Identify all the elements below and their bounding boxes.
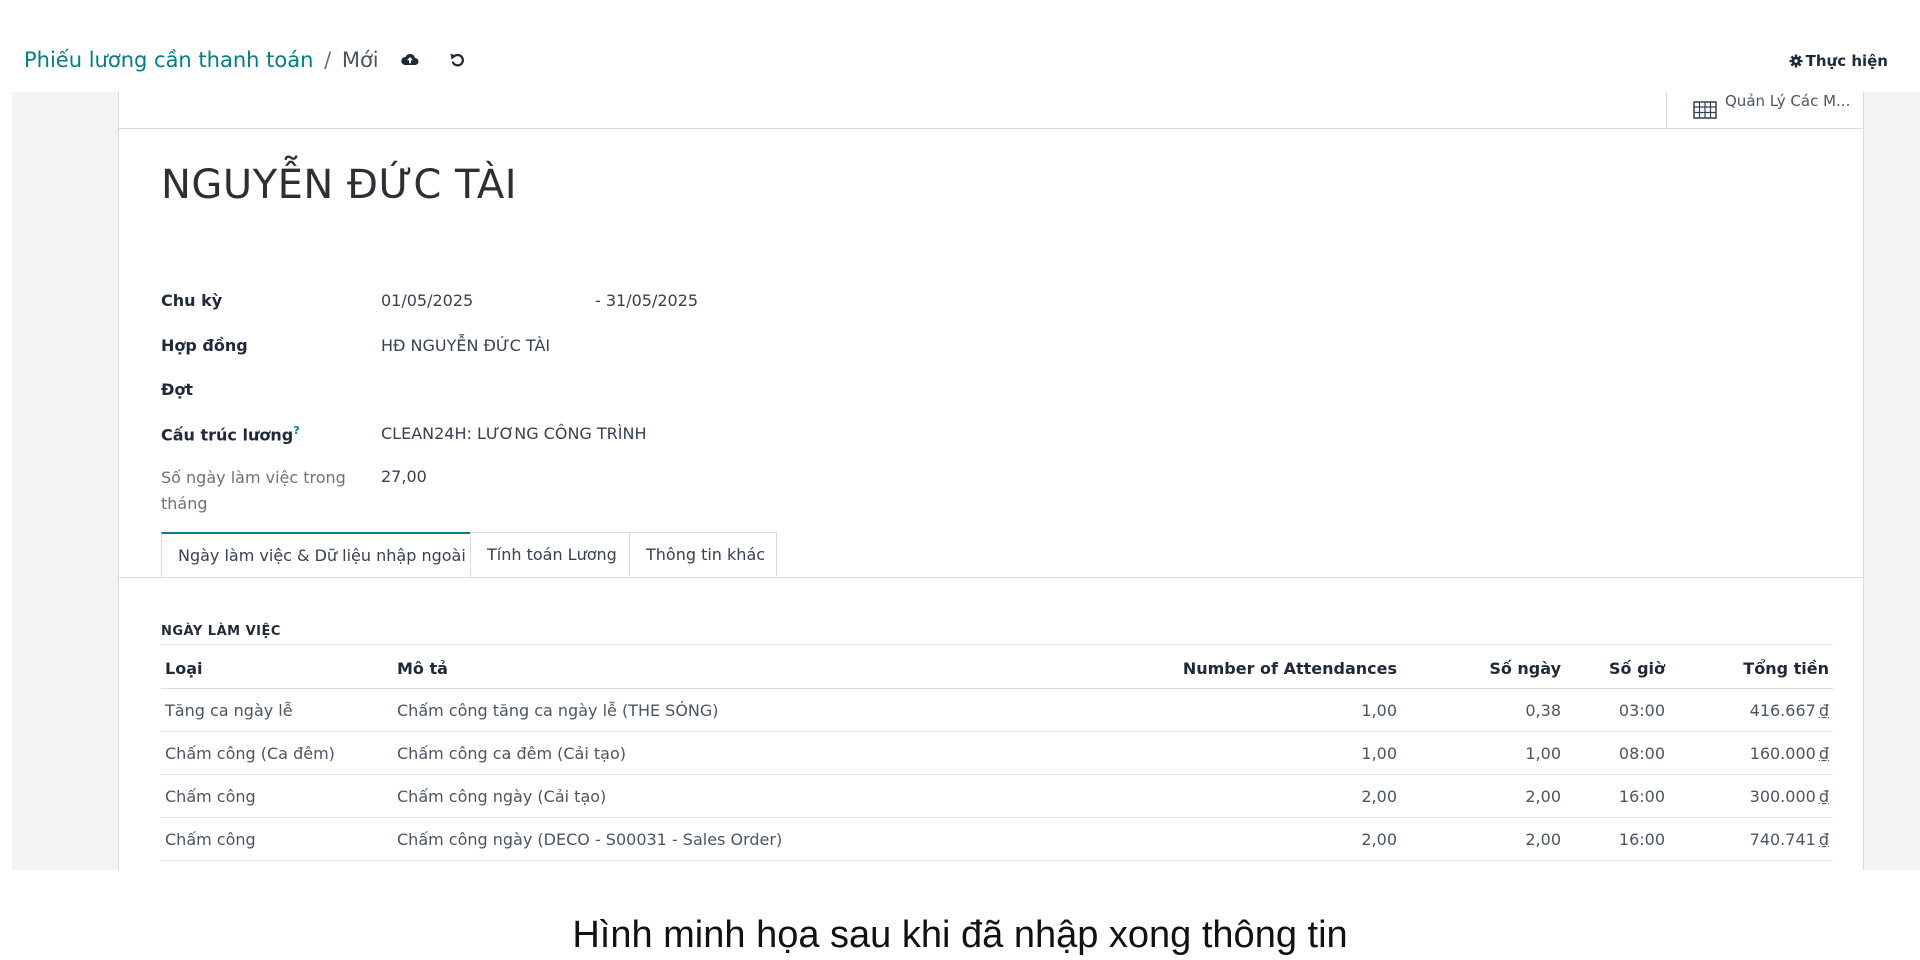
cell-attendances: 2,00	[1153, 817, 1401, 861]
breadcrumb-current: Mới	[341, 48, 379, 72]
working-days-field[interactable]: 27,00	[381, 467, 427, 486]
amount-value: 300.000	[1749, 786, 1816, 806]
contract-label: Hợp đồng	[161, 336, 248, 355]
tab-other-info[interactable]: Thông tin khác	[629, 532, 777, 576]
section-divider	[161, 644, 1833, 645]
cell-amount: 416.667 ₫	[1669, 688, 1833, 732]
cell-type: Tăng ca ngày lễ	[161, 688, 393, 732]
employee-name-title[interactable]: NGUYỄN ĐỨC TÀI	[161, 162, 517, 208]
button-box: Quản Lý Các M...	[119, 92, 1863, 129]
cell-amount: 740.741 ₫	[1669, 817, 1833, 861]
period-start-field[interactable]: 01/05/2025	[381, 291, 473, 310]
worked-days-section-title: NGÀY LÀM VIỆC	[161, 624, 281, 639]
batch-label: Đợt	[161, 380, 194, 399]
amount-value: 416.667	[1749, 700, 1816, 720]
grid-icon	[1693, 101, 1717, 119]
working-days-label: Số ngày làm việc trong tháng	[161, 468, 346, 513]
smart-button-label: Quản Lý Các M...	[1725, 92, 1851, 110]
table-row[interactable]: Chấm công (Ca đêm) Chấm công ca đêm (Cải…	[161, 731, 1833, 775]
tabs-divider	[119, 577, 1863, 578]
form-canvas: Quản Lý Các M... NGUYỄN ĐỨC TÀI Chu kỳ 0…	[12, 92, 1920, 870]
control-panel: Phiếu lương cần thanh toán / Mới Thực hi…	[0, 0, 1920, 92]
undo-icon[interactable]	[448, 50, 468, 70]
currency-symbol: ₫	[1818, 743, 1829, 763]
cell-days: 0,38	[1401, 688, 1565, 732]
cell-attendances: 1,00	[1153, 731, 1401, 775]
cell-hours: 16:00	[1565, 817, 1669, 861]
cloud-upload-icon[interactable]	[400, 50, 420, 70]
table-row[interactable]: Chấm công Chấm công ngày (Cải tạo) 2,00 …	[161, 774, 1833, 818]
cell-type: Chấm công	[161, 817, 393, 861]
cell-description: Chấm công ngày (DECO - S00031 - Sales Or…	[393, 817, 1153, 861]
column-header-amount[interactable]: Tổng tiền	[1669, 648, 1833, 689]
column-header-attendances[interactable]: Number of Attendances	[1153, 648, 1401, 689]
cell-amount: 160.000 ₫	[1669, 731, 1833, 775]
cell-description: Chấm công ca đêm (Cải tạo)	[393, 731, 1153, 775]
currency-symbol: ₫	[1818, 786, 1829, 806]
currency-symbol: ₫	[1818, 829, 1829, 849]
period-end-field[interactable]: - 31/05/2025	[595, 291, 698, 310]
breadcrumb: Phiếu lương cần thanh toán / Mới	[24, 48, 379, 72]
salary-structure-field[interactable]: CLEAN24H: LƯƠNG CÔNG TRÌNH	[381, 424, 647, 443]
worked-days-table: Loại Mô tả Number of Attendances Số ngày…	[161, 648, 1833, 861]
smart-button-management[interactable]: Quản Lý Các M...	[1666, 92, 1863, 128]
tab-worked-days[interactable]: Ngày làm việc & Dữ liệu nhập ngoài	[161, 532, 471, 578]
table-header-row: Loại Mô tả Number of Attendances Số ngày…	[161, 648, 1833, 689]
cell-attendances: 1,00	[1153, 688, 1401, 732]
cell-type: Chấm công	[161, 774, 393, 818]
currency-symbol: ₫	[1818, 700, 1829, 720]
cell-type: Chấm công (Ca đêm)	[161, 731, 393, 775]
column-header-type[interactable]: Loại	[161, 648, 393, 689]
figure-caption: Hình minh họa sau khi đã nhập xong thông…	[572, 914, 1348, 956]
cell-amount: 300.000 ₫	[1669, 774, 1833, 818]
column-header-description[interactable]: Mô tả	[393, 648, 1153, 689]
cell-attendances: 2,00	[1153, 774, 1401, 818]
form-sheet: Quản Lý Các M... NGUYỄN ĐỨC TÀI Chu kỳ 0…	[118, 92, 1864, 870]
salary-structure-label-text: Cấu trúc lương	[161, 425, 294, 445]
salary-structure-label: Cấu trúc lương?	[161, 424, 300, 444]
action-menu-label: Thực hiện	[1805, 52, 1888, 70]
column-header-days[interactable]: Số ngày	[1401, 648, 1565, 689]
contract-field[interactable]: HĐ NGUYỄN ĐỨC TÀI	[381, 336, 550, 355]
tab-salary-computation[interactable]: Tính toán Lương	[470, 532, 630, 576]
table-row[interactable]: Chấm công Chấm công ngày (DECO - S00031 …	[161, 817, 1833, 861]
amount-value: 160.000	[1749, 743, 1816, 763]
cell-days: 2,00	[1401, 817, 1565, 861]
help-tooltip-icon[interactable]: ?	[293, 424, 299, 437]
table-row[interactable]: Tăng ca ngày lễ Chấm công tăng ca ngày l…	[161, 688, 1833, 732]
cell-description: Chấm công tăng ca ngày lễ (THE SÓNG)	[393, 688, 1153, 732]
gear-icon	[1789, 54, 1803, 68]
cell-hours: 08:00	[1565, 731, 1669, 775]
cell-description: Chấm công ngày (Cải tạo)	[393, 774, 1153, 818]
breadcrumb-parent-link[interactable]: Phiếu lương cần thanh toán	[24, 48, 313, 72]
cell-hours: 03:00	[1565, 688, 1669, 732]
action-menu-button[interactable]: Thực hiện	[1789, 52, 1888, 70]
amount-value: 740.741	[1749, 829, 1816, 849]
cell-hours: 16:00	[1565, 774, 1669, 818]
cell-days: 1,00	[1401, 731, 1565, 775]
cell-days: 2,00	[1401, 774, 1565, 818]
batch-field[interactable]	[381, 380, 681, 400]
period-label: Chu kỳ	[161, 291, 223, 310]
column-header-hours[interactable]: Số giờ	[1565, 648, 1669, 689]
breadcrumb-separator: /	[324, 48, 332, 72]
